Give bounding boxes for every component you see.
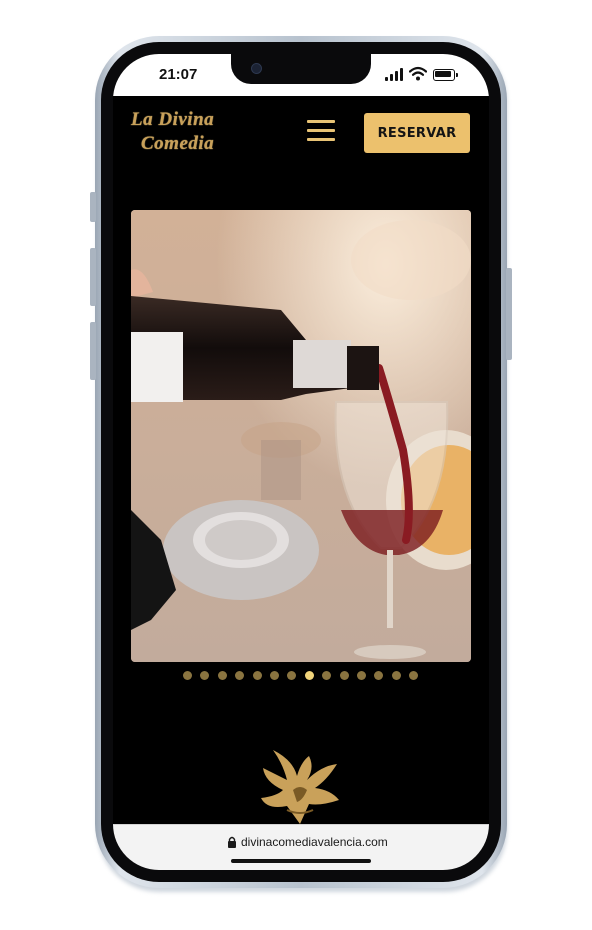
site-header: La Divina Comedia RESERVAR [113,96,489,176]
carousel-slide-image[interactable] [131,210,471,662]
carousel-dot[interactable] [339,671,349,680]
carousel-dot[interactable] [357,671,366,680]
carousel-dot[interactable] [200,671,210,680]
carousel-dot[interactable] [374,671,384,680]
winged-demon-logo-icon [261,750,339,824]
logo-line-1: La Divina [131,109,215,130]
url-text: divinacomediavalencia.com [241,835,388,849]
camera-icon [251,63,262,74]
reserve-button[interactable]: RESERVAR [364,113,470,153]
battery-icon [433,69,458,81]
carousel-dot[interactable] [391,671,401,680]
home-indicator[interactable] [231,859,371,863]
signal-icon [385,68,405,81]
status-bar: 21:07 [113,54,489,96]
carousel-dot[interactable] [287,671,297,680]
lock-icon [228,836,236,848]
status-time: 21:07 [159,66,198,83]
power-button [506,268,512,360]
wine-pour-photo-icon [131,210,471,662]
silent-switch [90,192,96,222]
carousel-dot[interactable] [270,671,279,680]
carousel-dot[interactable] [252,671,262,680]
logo-line-2: Comedia [141,133,215,154]
carousel-dot[interactable] [409,671,419,680]
carousel-dot[interactable] [322,671,332,680]
carousel-dot[interactable] [304,671,314,680]
carousel-dot[interactable] [183,671,192,680]
carousel-dot[interactable] [217,671,227,680]
volume-down-button [90,322,96,380]
phone-screen: 21:07 La Divina Comedia RESERVAR divinac… [113,54,489,870]
carousel-dot[interactable] [235,671,245,680]
carousel-dots [183,671,423,681]
browser-url-bar[interactable]: divinacomediavalencia.com [113,824,489,870]
wifi-icon [409,66,427,81]
site-logo[interactable]: La Divina Comedia [131,108,241,156]
hamburger-menu-icon[interactable] [307,120,335,142]
notch [231,54,371,84]
status-icons [385,66,465,82]
volume-up-button [90,248,96,306]
